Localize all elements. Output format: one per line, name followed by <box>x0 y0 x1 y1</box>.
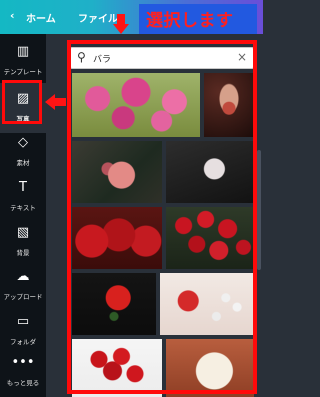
sidebar-item-templates[interactable]: ▥ テンプレート <box>0 36 46 86</box>
sidebar-item-label: もっと見る <box>6 379 40 387</box>
sidebar-item-label: 素材 <box>16 159 30 167</box>
sidebar-item-label: 背景 <box>16 249 30 257</box>
sidebar-item-background[interactable]: ▧ 背景 <box>0 217 46 267</box>
upload-icon: ☁ <box>16 269 30 284</box>
sidebar-item-more[interactable]: ••• もっと見る <box>0 347 46 397</box>
sidebar-item-text[interactable]: T テキスト <box>0 172 46 222</box>
back-chevron-icon[interactable]: ‹ <box>10 9 15 22</box>
sidebar-item-label: テキスト <box>10 204 36 212</box>
text-icon: T <box>19 180 27 195</box>
grid-icon: ▥ <box>16 44 30 59</box>
scrollbar[interactable] <box>257 150 261 270</box>
annotation-arrow-left-tail <box>54 98 66 106</box>
background-icon: ▧ <box>16 225 30 240</box>
more-icon: ••• <box>11 355 35 370</box>
sidebar-item-label: テンプレート <box>3 68 43 76</box>
sidebar-item-label: フォルダ <box>10 338 36 346</box>
shapes-icon: ◇ <box>18 135 28 150</box>
annotation-arrow-down-icon <box>113 24 129 34</box>
sidebar-item-elements[interactable]: ◇ 素材 <box>0 127 46 177</box>
sidebar-item-label: アップロード <box>3 293 43 301</box>
sidebar-item-upload[interactable]: ☁ アップロード <box>0 261 46 311</box>
annotation-callout-text: 選択します <box>146 11 234 31</box>
home-link[interactable]: ホーム <box>26 10 56 25</box>
annotation-highlight-box <box>2 80 42 124</box>
annotation-panel-box <box>67 40 257 394</box>
folder-icon: ▭ <box>16 314 30 329</box>
file-menu[interactable]: ファイル <box>78 10 118 25</box>
